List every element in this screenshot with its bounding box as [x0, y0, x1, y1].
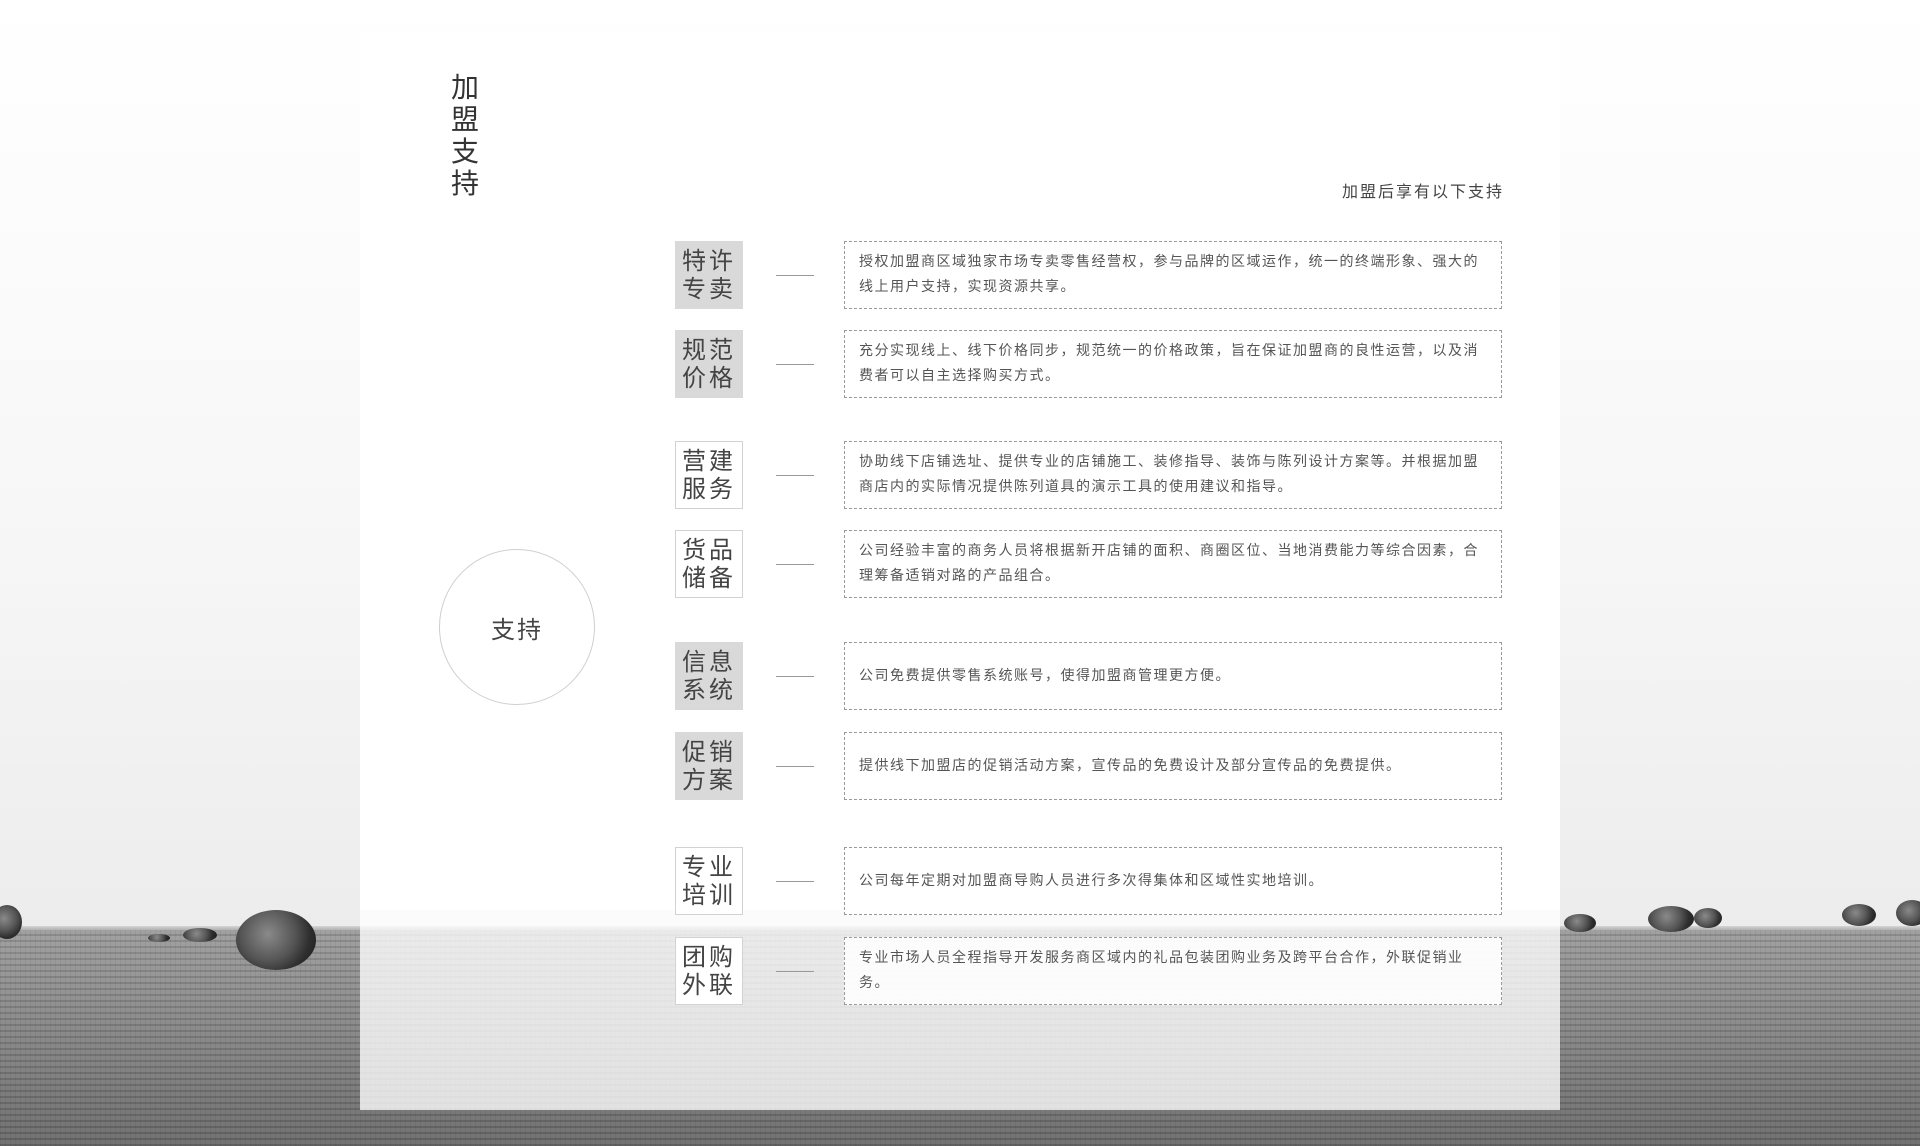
support-item: 营建 服务 协助线下店铺选址、提供专业的店铺施工、装修指导、装饰与陈列设计方案等…	[675, 441, 1505, 511]
support-tag-line: 外联	[682, 971, 736, 999]
support-description: 提供线下加盟店的促销活动方案，宣传品的免费设计及部分宣传品的免费提供。	[844, 732, 1502, 800]
support-description: 公司每年定期对加盟商导购人员进行多次得集体和区域性实地培训。	[844, 847, 1502, 915]
support-description: 专业市场人员全程指导开发服务商区域内的礼品包装团购业务及跨平台合作，外联促销业务…	[844, 937, 1502, 1005]
center-circle: 支持	[439, 549, 595, 705]
page-title-vertical: 加盟支持	[450, 71, 479, 200]
support-tag: 营建 服务	[675, 441, 743, 509]
support-description: 协助线下店铺选址、提供专业的店铺施工、装修指导、装饰与陈列设计方案等。并根据加盟…	[844, 441, 1502, 509]
center-circle-label: 支持	[491, 615, 543, 644]
support-tag-line: 培训	[682, 881, 736, 909]
support-item: 特许 专卖 授权加盟商区域独家市场专卖零售经营权，参与品牌的区域运作，统一的终端…	[675, 241, 1505, 311]
connector-line	[776, 676, 814, 677]
support-tag: 货品 储备	[675, 530, 743, 598]
support-item: 专业 培训 公司每年定期对加盟商导购人员进行多次得集体和区域性实地培训。	[675, 847, 1505, 917]
connector-line	[776, 881, 814, 882]
support-tag-line: 系统	[682, 676, 736, 704]
support-tag-line: 专业	[682, 853, 736, 881]
support-description: 公司免费提供零售系统账号，使得加盟商管理更方便。	[844, 642, 1502, 710]
support-tag-line: 服务	[682, 475, 736, 503]
connector-line	[776, 766, 814, 767]
support-tag-line: 价格	[682, 364, 736, 392]
support-description: 公司经验丰富的商务人员将根据新开店铺的面积、商圈区位、当地消费能力等综合因素，合…	[844, 530, 1502, 598]
hay-bale	[1694, 908, 1722, 928]
support-item: 规范 价格 充分实现线上、线下价格同步，规范统一的价格政策，旨在保证加盟商的良性…	[675, 330, 1505, 400]
hay-bale	[1564, 914, 1596, 932]
hay-bale	[1648, 906, 1694, 932]
support-description: 充分实现线上、线下价格同步，规范统一的价格政策，旨在保证加盟商的良性运营，以及消…	[844, 330, 1502, 398]
hay-bale	[1842, 904, 1876, 926]
support-item: 促销 方案 提供线下加盟店的促销活动方案，宣传品的免费设计及部分宣传品的免费提供…	[675, 732, 1505, 802]
support-tag: 团购 外联	[675, 937, 743, 1005]
connector-line	[776, 275, 814, 276]
support-tag-line: 货品	[682, 536, 736, 564]
connector-line	[776, 564, 814, 565]
support-tag-line: 信息	[682, 648, 736, 676]
support-tag-line: 团购	[682, 943, 736, 971]
connector-line	[776, 475, 814, 476]
hay-bale	[148, 934, 170, 942]
page-subtitle: 加盟后享有以下支持	[1341, 182, 1504, 201]
support-item: 信息 系统 公司免费提供零售系统账号，使得加盟商管理更方便。	[675, 642, 1505, 712]
hay-bale	[1896, 900, 1920, 926]
support-tag-line: 营建	[682, 447, 736, 475]
connector-line	[776, 971, 814, 972]
hay-bale	[183, 928, 217, 942]
support-tag-line: 促销	[682, 738, 736, 766]
support-tag-line: 特许	[682, 247, 736, 275]
support-tag: 规范 价格	[675, 330, 743, 398]
support-tag-line: 专卖	[682, 275, 736, 303]
support-tag-line: 规范	[682, 336, 736, 364]
hay-bale	[236, 910, 316, 970]
support-tag: 特许 专卖	[675, 241, 743, 309]
support-description: 授权加盟商区域独家市场专卖零售经营权，参与品牌的区域运作，统一的终端形象、强大的…	[844, 241, 1502, 309]
support-tag-line: 储备	[682, 564, 736, 592]
support-item: 货品 储备 公司经验丰富的商务人员将根据新开店铺的面积、商圈区位、当地消费能力等…	[675, 530, 1505, 600]
support-tag: 促销 方案	[675, 732, 743, 800]
support-item: 团购 外联 专业市场人员全程指导开发服务商区域内的礼品包装团购业务及跨平台合作，…	[675, 937, 1505, 1007]
connector-line	[776, 364, 814, 365]
support-tag-line: 方案	[682, 766, 736, 794]
support-tag: 信息 系统	[675, 642, 743, 710]
support-tag: 专业 培训	[675, 847, 743, 915]
